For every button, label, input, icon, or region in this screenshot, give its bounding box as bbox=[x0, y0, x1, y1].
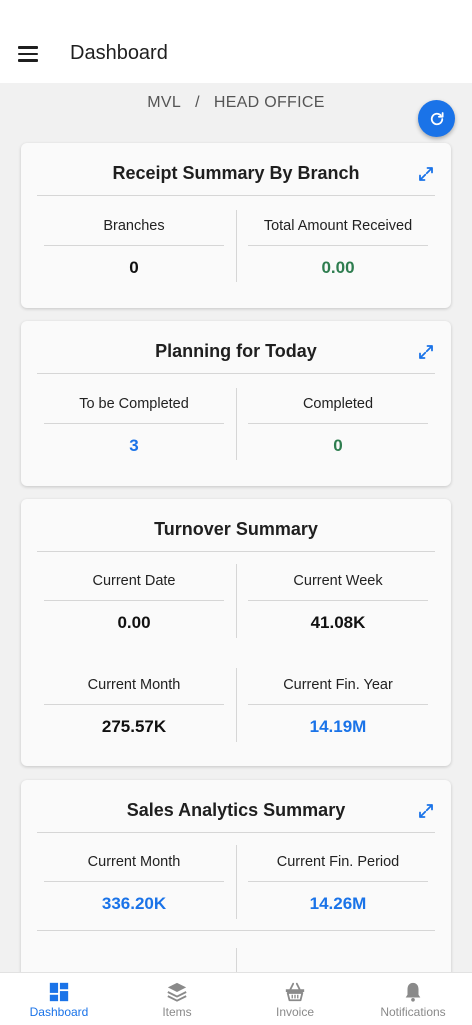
sales-current-fin-period-stat[interactable]: Current Fin. Period 14.26M bbox=[248, 849, 428, 914]
branches-label: Branches bbox=[103, 218, 165, 234]
branches-value: 0 bbox=[129, 258, 139, 277]
breadcrumb-company: MVL bbox=[147, 94, 182, 111]
sales-current-month-label: Current Month bbox=[87, 854, 181, 870]
sales-current-fin-period-label: Current Fin. Period bbox=[276, 854, 400, 870]
nav-label-items: Items bbox=[162, 1005, 192, 1019]
planning-title: Planning for Today bbox=[155, 341, 317, 361]
turnover-title: Turnover Summary bbox=[154, 519, 318, 539]
refresh-button[interactable] bbox=[418, 100, 455, 137]
breadcrumb-separator: / bbox=[195, 94, 200, 111]
nav-label-invoice: Invoice bbox=[275, 1005, 315, 1019]
nav-item-invoice[interactable]: Invoice bbox=[236, 973, 354, 1025]
expand-icon[interactable] bbox=[417, 165, 435, 183]
completed-stat: Completed 0 bbox=[248, 391, 428, 456]
to-be-completed-label: To be Completed bbox=[79, 396, 189, 412]
column-divider bbox=[236, 388, 237, 460]
sales-analytics-title: Sales Analytics Summary bbox=[126, 800, 346, 820]
to-be-completed-value[interactable]: 3 bbox=[44, 436, 224, 456]
nav-label-notifications: Notifications bbox=[380, 1005, 446, 1019]
page-title: Dashboard bbox=[70, 42, 168, 64]
card-divider bbox=[37, 832, 435, 833]
column-divider bbox=[236, 668, 237, 742]
current-month-stat: Current Month 275.57K bbox=[44, 672, 224, 737]
nav-label-dashboard: Dashboard bbox=[29, 1005, 89, 1019]
bottom-navigation: Dashboard Items Invoice Notifications bbox=[0, 972, 472, 1025]
total-amount-stat: Total Amount Received 0.00 bbox=[248, 213, 428, 278]
card-divider bbox=[37, 373, 435, 374]
expand-icon[interactable] bbox=[417, 343, 435, 361]
refresh-icon bbox=[430, 111, 444, 125]
turnover-card: Turnover Summary Current Date 0.00 Curre… bbox=[21, 499, 451, 766]
current-date-value: 0.00 bbox=[117, 613, 151, 632]
current-fin-year-stat[interactable]: Current Fin. Year 14.19M bbox=[248, 672, 428, 737]
layers-icon bbox=[167, 982, 187, 1002]
current-month-label: Current Month bbox=[87, 677, 181, 693]
receipt-summary-card: Receipt Summary By Branch Branches 0 Tot… bbox=[21, 143, 451, 308]
current-date-stat: Current Date 0.00 bbox=[44, 568, 224, 633]
dashboard-icon bbox=[49, 982, 69, 1002]
completed-label: Completed bbox=[302, 396, 374, 412]
breadcrumb-branch: HEAD OFFICE bbox=[213, 94, 325, 111]
sales-current-fin-period-value[interactable]: 14.26M bbox=[248, 894, 428, 914]
bell-icon bbox=[405, 982, 421, 1002]
current-fin-year-label: Current Fin. Year bbox=[283, 677, 393, 693]
sales-analytics-card: Sales Analytics Summary Current Month 33… bbox=[21, 780, 451, 980]
column-divider bbox=[236, 210, 237, 282]
card-divider bbox=[37, 195, 435, 196]
basket-icon bbox=[285, 982, 305, 1002]
current-week-stat: Current Week 41.08K bbox=[248, 568, 428, 633]
expand-icon[interactable] bbox=[417, 802, 435, 820]
branches-stat: Branches 0 bbox=[44, 213, 224, 278]
total-amount-label: Total Amount Received bbox=[263, 218, 413, 234]
current-week-label: Current Week bbox=[293, 573, 383, 589]
current-date-label: Current Date bbox=[92, 573, 176, 589]
sales-current-month-value[interactable]: 336.20K bbox=[44, 894, 224, 914]
current-week-value: 41.08K bbox=[310, 613, 366, 632]
menu-icon[interactable] bbox=[14, 40, 42, 68]
completed-value: 0 bbox=[333, 436, 343, 455]
total-amount-value: 0.00 bbox=[321, 258, 355, 277]
to-be-completed-stat[interactable]: To be Completed 3 bbox=[44, 391, 224, 456]
breadcrumb: MVL / HEAD OFFICE bbox=[0, 94, 472, 112]
card-divider bbox=[37, 930, 435, 931]
current-month-value: 275.57K bbox=[101, 717, 167, 736]
column-divider bbox=[236, 564, 237, 638]
receipt-summary-title: Receipt Summary By Branch bbox=[112, 163, 360, 183]
planning-card: Planning for Today To be Completed 3 Com… bbox=[21, 321, 451, 486]
card-divider bbox=[37, 551, 435, 552]
nav-item-items[interactable]: Items bbox=[118, 973, 236, 1025]
sales-current-month-stat[interactable]: Current Month 336.20K bbox=[44, 849, 224, 914]
column-divider bbox=[236, 845, 237, 919]
nav-item-notifications[interactable]: Notifications bbox=[354, 973, 472, 1025]
nav-item-dashboard[interactable]: Dashboard bbox=[0, 973, 118, 1025]
app-bar: Dashboard bbox=[0, 0, 472, 83]
current-fin-year-value[interactable]: 14.19M bbox=[248, 717, 428, 737]
